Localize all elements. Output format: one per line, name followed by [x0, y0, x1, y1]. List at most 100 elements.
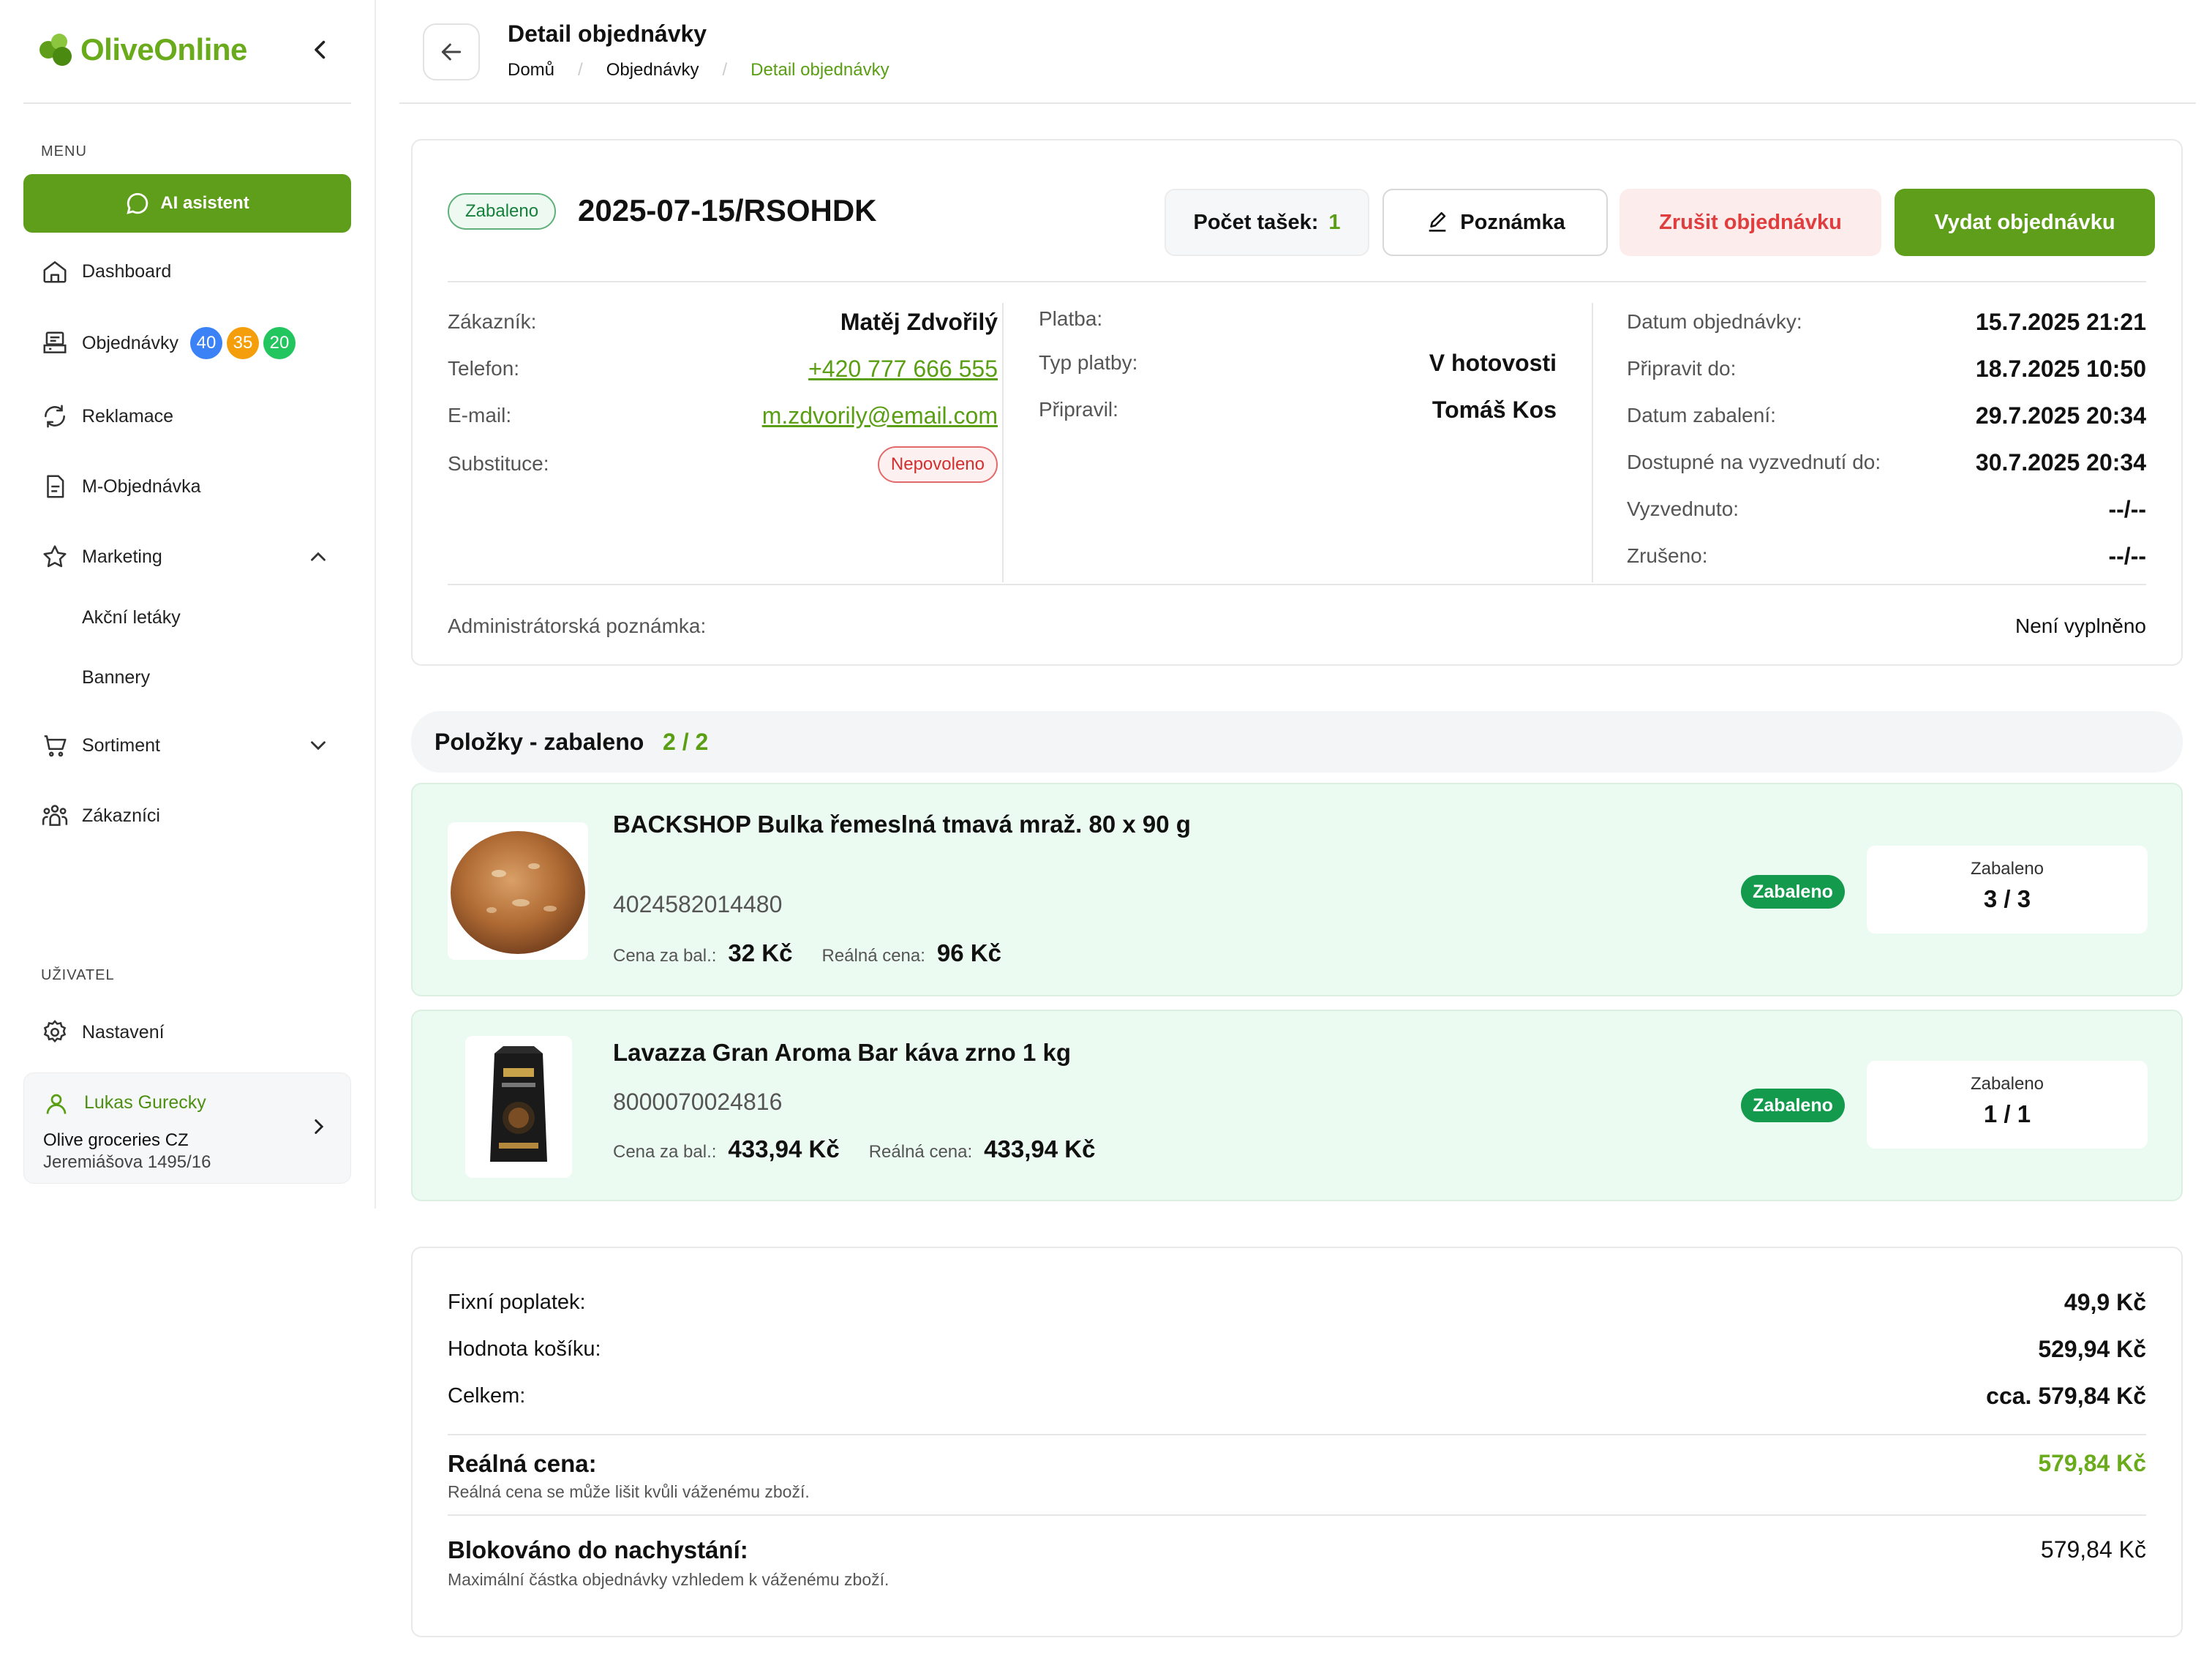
arrow-left-icon	[441, 43, 462, 61]
sidebar-subitem-banners[interactable]: Bannery	[82, 667, 150, 688]
bag-count-value: 1	[1328, 210, 1341, 234]
pickup-until-label: Dostupné na vyzvednutí do:	[1627, 451, 1881, 473]
chevron-down-icon[interactable]	[306, 733, 331, 758]
sidebar-item-customers[interactable]: Zákazníci	[41, 797, 160, 834]
product-ean: 4024582014480	[613, 891, 783, 917]
payment-type-label: Typ platby:	[1039, 351, 1138, 374]
item-status-badge: Zabaleno	[1741, 875, 1845, 909]
product-image	[448, 822, 588, 960]
logo[interactable]: OliveOnline	[40, 32, 247, 67]
prepare-by-value: 18.7.2025 10:50	[1975, 356, 2146, 382]
page-title: Detail objednávky	[508, 20, 707, 47]
sidebar: OliveOnline MENU AI asistent Dashboard O…	[0, 0, 376, 1209]
back-button[interactable]	[423, 23, 480, 80]
olive-logo-icon	[40, 34, 72, 66]
bag-count-label: Počet tašek:	[1193, 210, 1319, 234]
sidebar-item-label: Sortiment	[82, 735, 160, 756]
sidebar-item-marketing[interactable]: Marketing	[41, 538, 162, 575]
cancelled-label: Zrušeno:	[1627, 544, 1708, 567]
note-button[interactable]: Poznámka	[1382, 189, 1608, 256]
orders-badge-ready: 20	[263, 327, 296, 359]
ai-assistant-button[interactable]: AI asistent	[23, 174, 351, 233]
cart-icon	[44, 735, 67, 757]
list-item: BACKSHOP Bulka řemeslná tmavá mraž. 80 x…	[411, 783, 2183, 996]
order-number: 2025-07-15/RSOHDK	[578, 193, 877, 228]
order-card: Zabaleno 2025-07-15/RSOHDK Počet tašek: …	[411, 139, 2183, 666]
sidebar-item-dashboard[interactable]: Dashboard	[41, 253, 171, 290]
blocked-amount-value: 579,84 Kč	[2040, 1536, 2146, 1563]
user-card[interactable]: Lukas Gurecky Olive groceries CZ Jeremiá…	[23, 1072, 351, 1184]
customer-label: Zákazník:	[448, 310, 537, 333]
real-price-label: Reálná cena:	[868, 1142, 973, 1162]
users-icon	[42, 805, 68, 826]
order-header-divider	[448, 281, 2146, 282]
refresh-icon	[45, 405, 65, 428]
payment-type-value: V hotovosti	[1429, 350, 1557, 376]
admin-note-value: Není vyplněno	[2014, 615, 2146, 637]
order-date-value: 15.7.2025 21:21	[1975, 309, 2146, 335]
pickup-until-value: 30.7.2025 20:34	[1975, 449, 2146, 476]
document-icon	[47, 475, 64, 498]
chat-bubble-icon	[127, 192, 148, 214]
sidebar-item-complaints[interactable]: Reklamace	[41, 398, 173, 435]
packed-quantity-value: 1 / 1	[1983, 1100, 2031, 1127]
fixed-fee-label: Fixní poplatek:	[448, 1291, 586, 1314]
breadcrumb-separator: /	[722, 60, 728, 80]
unit-price-label: Cena za bal.:	[613, 946, 717, 966]
sidebar-item-settings[interactable]: Nastavení	[41, 1014, 165, 1051]
product-ean: 8000070024816	[613, 1089, 783, 1115]
items-section-header: Položky - zabaleno 2 / 2	[411, 711, 2183, 773]
order-status-badge: Zabaleno	[448, 193, 557, 230]
user-name: Lukas Gurecky	[84, 1092, 206, 1113]
sidebar-item-label: Nastavení	[82, 1021, 165, 1042]
customer-value: Matěj Zdvořilý	[840, 309, 998, 335]
breadcrumb: Domů / Objednávky / Detail objednávky	[508, 60, 889, 80]
sidebar-item-orders[interactable]: Objednávky 40 35 20	[41, 325, 296, 361]
item-status-badge: Zabaleno	[1741, 1089, 1845, 1122]
orders-badge-in-progress: 35	[227, 327, 260, 359]
order-date-label: Datum objednávky:	[1627, 310, 1802, 333]
sidebar-subitem-flyers[interactable]: Akční letáky	[82, 607, 181, 628]
real-price-value: 433,94 Kč	[984, 1135, 1096, 1162]
admin-note-label: Administrátorská poznámka:	[448, 615, 707, 637]
payment-label: Platba:	[1039, 307, 1103, 330]
phone-link[interactable]: +420 777 666 555	[808, 356, 998, 383]
coffee-bag-image	[490, 1046, 547, 1162]
total-label: Celkem:	[448, 1384, 526, 1408]
breadcrumb-orders[interactable]: Objednávky	[606, 60, 699, 80]
issue-order-button[interactable]: Vydat objednávku	[1895, 189, 2155, 256]
unit-price-value: 433,94 Kč	[728, 1135, 840, 1162]
user-section-label: UŽIVATEL	[41, 967, 115, 983]
packed-quantity-box: Zabaleno 1 / 1	[1867, 1061, 2148, 1149]
email-link[interactable]: m.zdvorily@email.com	[762, 402, 998, 429]
column-divider	[1002, 303, 1004, 582]
sidebar-item-label: M-Objednávka	[82, 476, 201, 497]
orders-badge-new: 40	[190, 327, 223, 359]
user-icon	[46, 1094, 67, 1114]
user-address: Jeremiášova 1495/16	[43, 1152, 211, 1172]
unit-price-value: 32 Kč	[728, 939, 793, 966]
items-section-title: Položky - zabaleno	[434, 729, 644, 755]
cancel-order-button[interactable]: Zrušit objednávku	[1620, 189, 1881, 256]
sidebar-item-label: Zákazníci	[82, 805, 160, 826]
summary-card: Fixní poplatek: 49,9 Kč Hodnota košíku: …	[411, 1247, 2183, 1637]
sidebar-item-label: Dashboard	[82, 260, 172, 282]
breadcrumb-home[interactable]: Domů	[508, 60, 554, 80]
total-value: cca. 579,84 Kč	[1986, 1383, 2146, 1409]
sidebar-item-m-order[interactable]: M-Objednávka	[41, 468, 201, 505]
gear-icon	[43, 1020, 67, 1043]
chevron-left-icon[interactable]	[307, 37, 334, 63]
prepared-by-label: Připravil:	[1039, 398, 1118, 421]
email-label: E-mail:	[448, 404, 512, 427]
bread-roll-image	[451, 831, 585, 954]
chevron-up-icon[interactable]	[306, 544, 331, 569]
orders-icon	[43, 331, 67, 353]
basket-value-label: Hodnota košíku:	[448, 1337, 601, 1361]
phone-label: Telefon:	[448, 357, 520, 380]
sidebar-item-label: Marketing	[82, 546, 162, 567]
packed-quantity-label: Zabaleno	[1970, 859, 2044, 879]
items-section-count: 2 / 2	[663, 729, 709, 755]
prepared-by-value: Tomáš Kos	[1432, 397, 1557, 423]
sidebar-item-assortment[interactable]: Sortiment	[41, 727, 160, 764]
product-image	[465, 1036, 572, 1178]
